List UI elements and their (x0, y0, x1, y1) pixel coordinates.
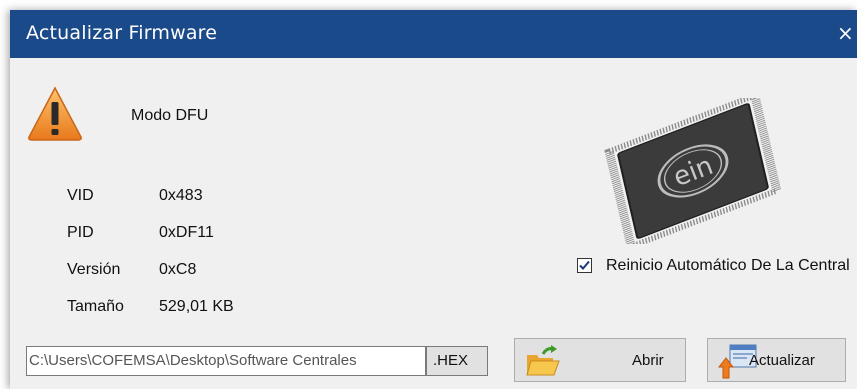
version-value: 0xC8 (159, 261, 197, 278)
update-button[interactable]: Actualizar (707, 338, 846, 382)
open-button[interactable]: Abrir (514, 338, 686, 382)
chip-icon: ein (604, 98, 782, 244)
open-folder-icon (526, 345, 560, 376)
vid-value: 0x483 (159, 187, 203, 204)
title-bar[interactable]: Actualizar Firmware × (10, 10, 857, 58)
device-mode-label: Modo DFU (131, 107, 209, 124)
pid-label: PID (67, 224, 94, 241)
auto-restart-checkbox[interactable] (577, 258, 592, 273)
auto-restart-label: Reinicio Automático De La Central (606, 257, 850, 274)
size-label: Tamaño (67, 298, 124, 315)
file-extension-label: .HEX (426, 346, 488, 376)
open-button-label: Abrir (632, 352, 664, 369)
update-button-label: Actualizar (749, 352, 815, 369)
close-button[interactable]: × (837, 20, 857, 46)
warning-icon (28, 86, 82, 141)
size-value: 529,01 KB (159, 298, 234, 315)
vid-label: VID (67, 187, 94, 204)
version-label: Versión (67, 261, 121, 278)
window-title: Actualizar Firmware (26, 22, 218, 44)
firmware-update-dialog: Actualizar Firmware × Modo DFU VID 0x483… (10, 10, 857, 389)
pid-value: 0xDF11 (159, 224, 214, 241)
file-path-field[interactable]: C:\Users\COFEMSA\Desktop\Software Centra… (26, 346, 426, 376)
checkmark-icon (579, 260, 590, 270)
